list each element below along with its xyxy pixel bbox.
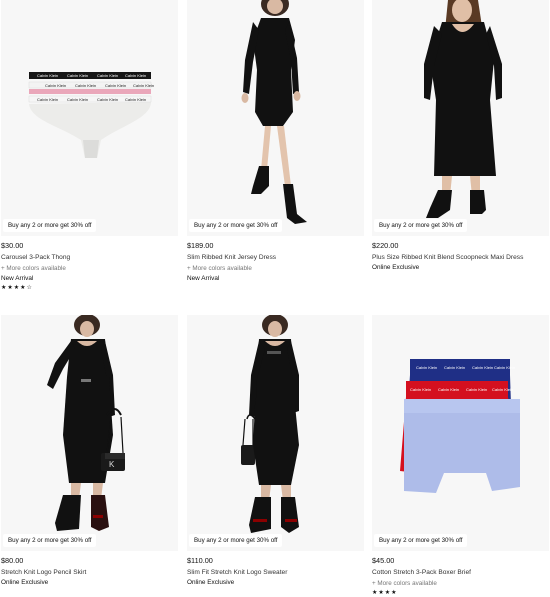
product-price: $220.00 xyxy=(372,241,399,250)
product-price: $45.00 xyxy=(372,556,395,565)
rating-stars-icon: ★★★★ xyxy=(372,590,398,596)
promo-badge: Buy any 2 or more get 30% off xyxy=(3,534,97,547)
svg-text:Calvin Klein: Calvin Klein xyxy=(125,97,146,102)
promo-badge: Buy any 2 or more get 30% off xyxy=(189,219,283,232)
product-tag: Online Exclusive xyxy=(372,264,420,271)
promo-badge: Buy any 2 or more get 30% off xyxy=(374,219,468,232)
product-tag: New Arrival xyxy=(1,275,34,282)
svg-text:Calvin Klein: Calvin Klein xyxy=(494,365,515,370)
svg-text:Calvin Klein: Calvin Klein xyxy=(67,97,88,102)
product-photo: K xyxy=(47,315,125,531)
more-colors-label[interactable]: + More colors available xyxy=(1,265,178,273)
svg-text:Calvin Klein: Calvin Klein xyxy=(466,387,487,392)
product-price: $110.00 xyxy=(187,556,213,565)
product-card[interactable]: Buy any 2 or more get 30% off $110.00 Sl… xyxy=(187,315,364,587)
more-colors-label[interactable]: + More colors available xyxy=(372,580,549,588)
product-price: $30.00 xyxy=(1,241,24,250)
product-image[interactable]: Buy any 2 or more get 30% off xyxy=(187,315,364,551)
svg-text:Calvin Klein: Calvin Klein xyxy=(472,365,493,370)
svg-text:Calvin Klein: Calvin Klein xyxy=(67,73,88,78)
rating-stars-icon: ★★★★☆ xyxy=(1,285,33,291)
product-image[interactable]: Calvin Klein Calvin Klein Calvin Klein C… xyxy=(372,315,549,551)
product-name[interactable]: Slim Ribbed Knit Jersey Dress xyxy=(187,254,364,262)
product-image[interactable]: K Buy any 2 or more get 30% off xyxy=(1,315,178,551)
product-photo xyxy=(424,0,502,218)
product-name[interactable]: Stretch Knit Logo Pencil Skirt xyxy=(1,569,178,577)
svg-text:Calvin Klein: Calvin Klein xyxy=(410,387,431,392)
svg-text:Calvin Klein: Calvin Klein xyxy=(438,387,459,392)
promo-badge: Buy any 2 or more get 30% off xyxy=(374,534,468,547)
svg-text:Calvin Klein: Calvin Klein xyxy=(37,97,58,102)
svg-text:Calvin Klein: Calvin Klein xyxy=(105,83,126,88)
product-name[interactable]: Slim Fit Stretch Knit Logo Sweater xyxy=(187,569,364,577)
product-price: $189.00 xyxy=(187,241,214,250)
product-tag: Online Exclusive xyxy=(1,579,49,586)
product-tag: New Arrival xyxy=(187,275,220,282)
svg-text:Calvin Klein: Calvin Klein xyxy=(75,83,96,88)
svg-text:Calvin Klein: Calvin Klein xyxy=(416,365,437,370)
product-card[interactable]: Buy any 2 or more get 30% off $189.00 Sl… xyxy=(187,0,364,283)
svg-text:Calvin Klein: Calvin Klein xyxy=(97,97,118,102)
svg-text:K: K xyxy=(109,460,115,469)
product-card[interactable]: Calvin Klein Calvin Klein Calvin Klein C… xyxy=(372,315,549,597)
product-card[interactable]: Calvin Klein Calvin Klein Calvin Klein C… xyxy=(1,0,178,292)
svg-text:Calvin Klein: Calvin Klein xyxy=(444,365,465,370)
product-card[interactable]: Buy any 2 or more get 30% off $220.00 Pl… xyxy=(372,0,549,272)
product-image[interactable]: Calvin Klein Calvin Klein Calvin Klein C… xyxy=(1,0,178,236)
product-photo: Calvin Klein Calvin Klein Calvin Klein C… xyxy=(28,72,154,158)
product-image[interactable]: Buy any 2 or more get 30% off xyxy=(187,0,364,236)
product-photo: Calvin Klein Calvin Klein Calvin Klein C… xyxy=(400,359,520,493)
svg-text:Calvin Klein: Calvin Klein xyxy=(37,73,58,78)
svg-text:Calvin Klein: Calvin Klein xyxy=(133,83,154,88)
product-name[interactable]: Cotton Stretch 3-Pack Boxer Brief xyxy=(372,569,549,577)
product-name[interactable]: Carousel 3-Pack Thong xyxy=(1,254,178,262)
svg-text:Calvin Klein: Calvin Klein xyxy=(125,73,146,78)
more-colors-label[interactable]: + More colors available xyxy=(187,265,364,273)
product-photo xyxy=(241,315,299,533)
product-card[interactable]: K Buy any 2 or more get 30% off $80.00 S… xyxy=(1,315,178,587)
svg-text:Calvin Klein: Calvin Klein xyxy=(45,83,66,88)
product-name[interactable]: Plus Size Ribbed Knit Blend Scoopneck Ma… xyxy=(372,254,549,262)
svg-text:Calvin Klein: Calvin Klein xyxy=(97,73,118,78)
product-tag: Online Exclusive xyxy=(187,579,235,586)
product-price: $80.00 xyxy=(1,556,24,565)
product-image[interactable]: Buy any 2 or more get 30% off xyxy=(372,0,549,236)
promo-badge: Buy any 2 or more get 30% off xyxy=(189,534,283,547)
promo-badge: Buy any 2 or more get 30% off xyxy=(3,219,97,232)
svg-text:Calvin Klein: Calvin Klein xyxy=(492,387,513,392)
product-photo xyxy=(241,0,307,224)
